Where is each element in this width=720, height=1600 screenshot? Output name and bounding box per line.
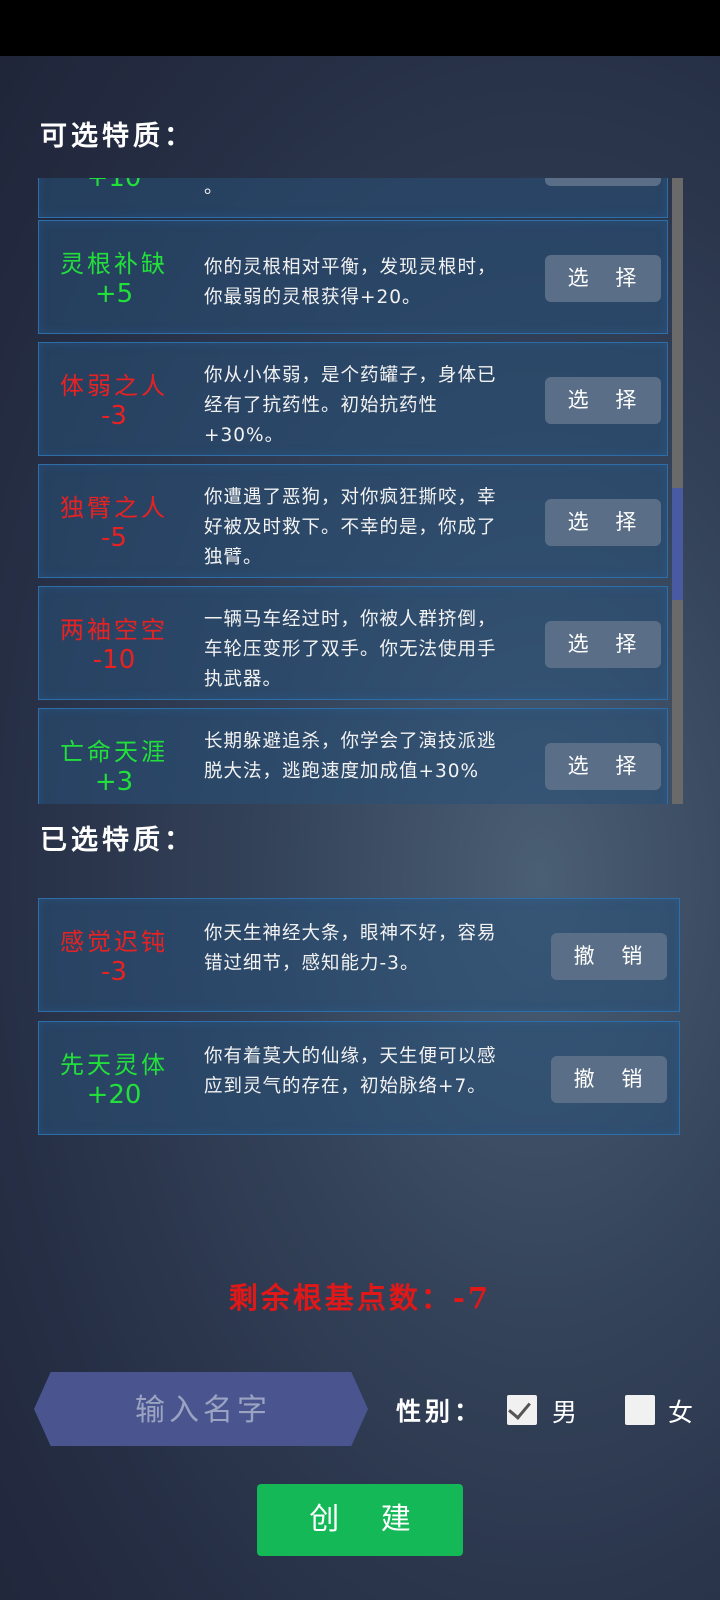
trait-points: -3	[101, 957, 127, 987]
trait-description: 你天生神经大条，眼神不好，容易错过细节，感知能力-3。	[204, 923, 497, 974]
trait-name: 独臂之人	[60, 494, 168, 522]
trait-points: -3	[101, 401, 127, 431]
selected-trait-card: 先天灵体 +20 你有着莫大的仙缘，天生便可以感应到灵气的存在，初始脉络+7。 …	[38, 1021, 680, 1135]
trait-points: -5	[101, 523, 127, 553]
trait-points: +5	[94, 279, 134, 309]
selected-traits-title: 已选特质：	[40, 825, 195, 856]
female-label: 女	[668, 1398, 694, 1427]
create-button[interactable]: 创 建	[257, 1484, 463, 1556]
scrollbar-thumb[interactable]	[672, 488, 683, 600]
trait-name: 灵根补缺	[60, 250, 168, 278]
revoke-button[interactable]: 撤 销	[551, 933, 667, 980]
selected-trait-card: 感觉迟钝 -3 你天生神经大条，眼神不好，容易错过细节，感知能力-3。 撤 销	[38, 898, 680, 1012]
trait-name: 亡命天涯	[60, 738, 168, 766]
select-button[interactable]: 选 择	[545, 743, 661, 790]
status-bar	[0, 0, 720, 56]
trait-card: 两袖空空 -10 一辆马车经过时，你被人群挤倒，车轮压变形了双手。你无法使用手执…	[38, 586, 668, 700]
trait-points: +10	[86, 178, 142, 193]
available-traits-list[interactable]: +10 。 选 择 灵根补缺 +5 你的灵根相对平衡，发现灵根时，你最弱的灵根获…	[38, 178, 670, 804]
trait-card: 亡命天涯 +3 长期躲避追杀，你学会了演技派逃脱大法，逃跑速度加成值+30% 选…	[38, 708, 668, 804]
trait-card: 独臂之人 -5 你遭遇了恶狗，对你疯狂撕咬，幸好被及时救下。不幸的是，你成了独臂…	[38, 464, 668, 578]
name-input-frame	[34, 1372, 368, 1446]
trait-card: 体弱之人 -3 你从小体弱，是个药罐子，身体已经有了抗药性。初始抗药性+30%。…	[38, 342, 668, 456]
trait-description: 你的灵根相对平衡，发现灵根时，你最弱的灵根获得+20。	[204, 257, 497, 308]
trait-description: 。	[204, 178, 224, 198]
select-button[interactable]: 选 择	[545, 377, 661, 424]
trait-description: 长期躲避追杀，你学会了演技派逃脱大法，逃跑速度加成值+30%	[204, 731, 497, 782]
revoke-button[interactable]: 撤 销	[551, 1056, 667, 1103]
male-checkbox[interactable]	[507, 1395, 537, 1425]
select-button[interactable]: 选 择	[545, 621, 661, 668]
trait-description: 你遭遇了恶狗，对你疯狂撕咬，幸好被及时救下。不幸的是，你成了独臂。	[204, 487, 497, 568]
select-button[interactable]: 选 择	[545, 178, 661, 186]
trait-points: +3	[94, 767, 134, 797]
trait-name: 体弱之人	[60, 372, 168, 400]
select-button[interactable]: 选 择	[545, 255, 661, 302]
trait-name: 感觉迟钝	[60, 928, 168, 956]
trait-description: 一辆马车经过时，你被人群挤倒，车轮压变形了双手。你无法使用手执武器。	[204, 609, 497, 690]
trait-card: 灵根补缺 +5 你的灵根相对平衡，发现灵根时，你最弱的灵根获得+20。 选 择	[38, 220, 668, 334]
trait-card: +10 。 选 择	[38, 178, 668, 218]
male-label: 男	[552, 1398, 578, 1427]
scrollbar[interactable]	[672, 178, 683, 804]
female-checkbox[interactable]	[625, 1395, 655, 1425]
available-traits-title: 可选特质：	[40, 121, 195, 152]
trait-description: 你从小体弱，是个药罐子，身体已经有了抗药性。初始抗药性+30%。	[204, 365, 497, 446]
trait-points: -10	[92, 645, 136, 675]
trait-name: 先天灵体	[60, 1051, 168, 1079]
check-icon	[508, 1396, 531, 1420]
remaining-points: 剩余根基点数：-7	[228, 1281, 492, 1315]
gender-label: 性别：	[396, 1397, 484, 1426]
trait-points: +20	[86, 1080, 142, 1110]
trait-description: 你有着莫大的仙缘，天生便可以感应到灵气的存在，初始脉络+7。	[204, 1046, 497, 1097]
trait-name: 两袖空空	[60, 616, 168, 644]
select-button[interactable]: 选 择	[545, 499, 661, 546]
name-input[interactable]	[34, 1372, 368, 1446]
